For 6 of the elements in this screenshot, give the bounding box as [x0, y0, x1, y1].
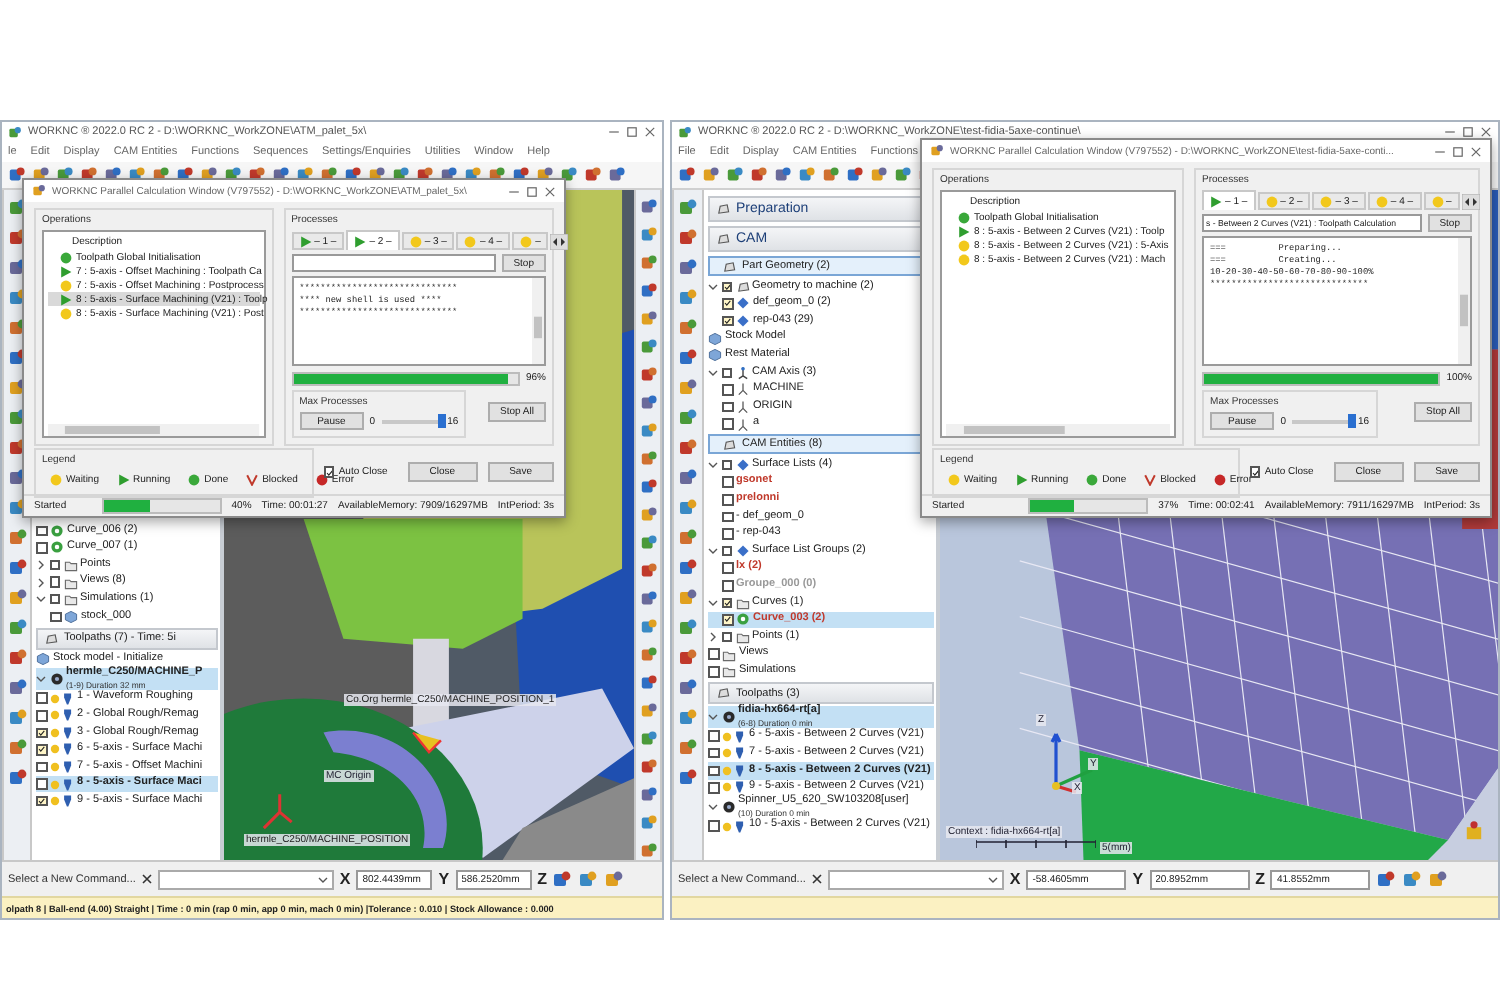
axis-label: Y — [438, 870, 450, 888]
axis-label: X — [339, 870, 351, 888]
axis-label: Y — [1132, 870, 1144, 888]
axis-label: X — [1009, 870, 1021, 888]
axis-label: Z — [1255, 870, 1265, 888]
axis-label: Z — [537, 870, 547, 888]
